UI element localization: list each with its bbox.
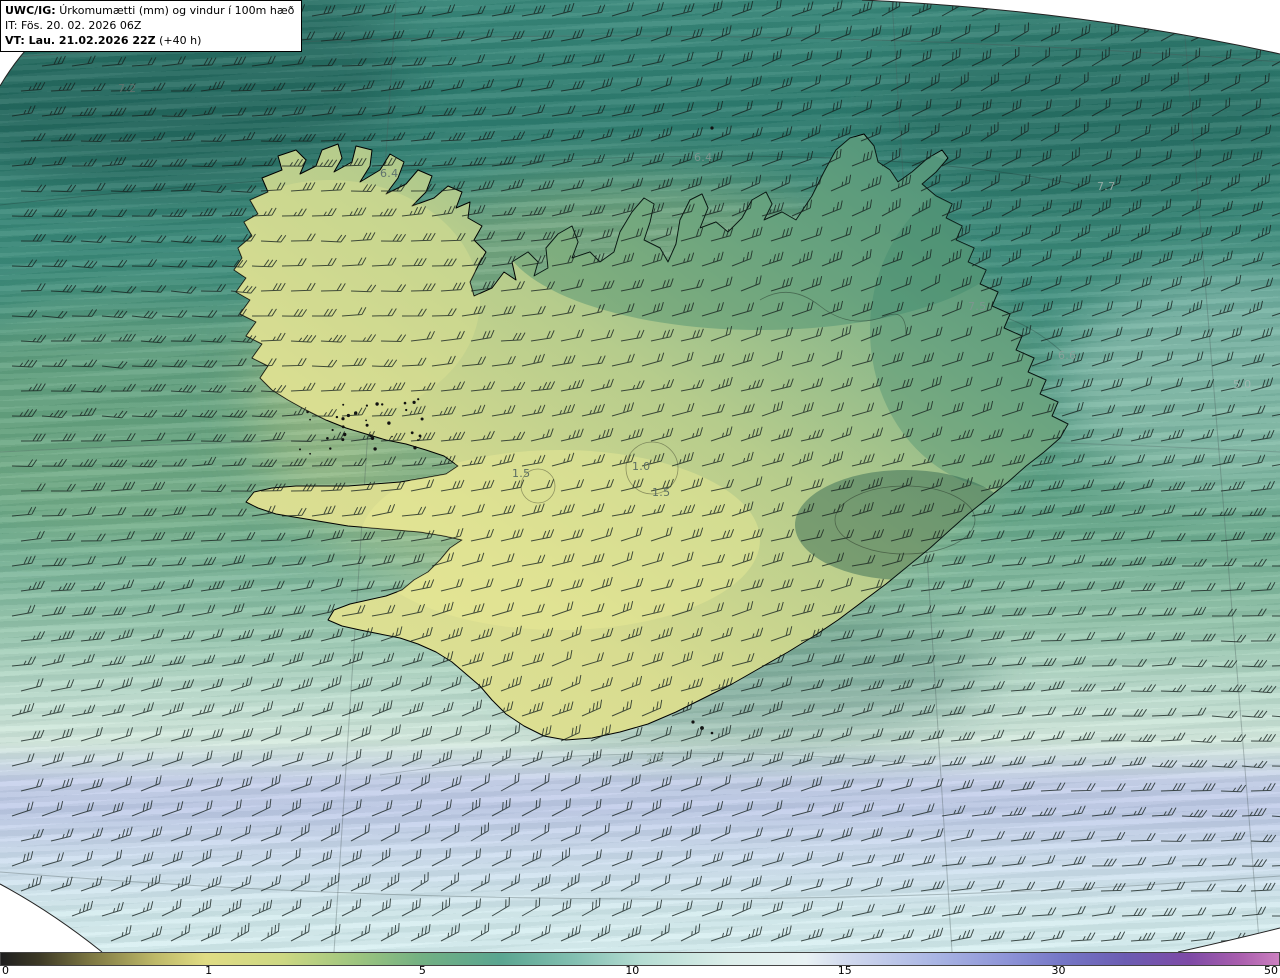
colorbar-tick-label: 50 — [1264, 964, 1278, 977]
map-area: 7.2 6.4 6.4 7.7 7.5 6.6 5.0 1.5 1.0 1.5 2.5 UWC/IG… — [0, 0, 1280, 952]
forecast-info-box: UWC/IG: Úrkomumætti (mm) og vindur í 100… — [0, 0, 303, 52]
init-time-line: IT: Fös. 20. 02. 2026 06Z — [5, 19, 142, 32]
colorbar-tick-labels: 0 1 5 10 15 30 50 — [0, 964, 1280, 978]
weather-map-page: 7.2 6.4 6.4 7.7 7.5 6.6 5.0 1.5 1.0 1.5 2.5 UWC/IG… — [0, 0, 1280, 978]
colorbar-tick-label: 1 — [205, 964, 213, 977]
precipitation-colorbar: 0 1 5 10 15 30 50 — [0, 952, 1280, 978]
valid-offset: (+40 h) — [155, 34, 202, 47]
colorbar-tick-label: 15 — [837, 964, 852, 977]
colorbar-tick-label: 10 — [625, 964, 640, 977]
colorbar-tick-label: 30 — [1051, 964, 1066, 977]
valid-time: VT: Lau. 21.02.2026 22Z — [5, 34, 156, 47]
colorbar-tick-label: 5 — [418, 964, 426, 977]
colorbar-tick-label: 0 — [2, 964, 9, 977]
valid-time-line: VT: Lau. 21.02.2026 22Z (+40 h) — [5, 33, 294, 48]
map-title: Úrkomumætti (mm) og vindur í 100m hæð — [59, 4, 295, 17]
map-canvas — [0, 0, 1280, 952]
colorbar-gradient — [0, 952, 1280, 966]
map-title-line: UWC/IG: Úrkomumætti (mm) og vindur í 100… — [5, 3, 294, 18]
model-label: UWC/IG: — [5, 4, 56, 17]
